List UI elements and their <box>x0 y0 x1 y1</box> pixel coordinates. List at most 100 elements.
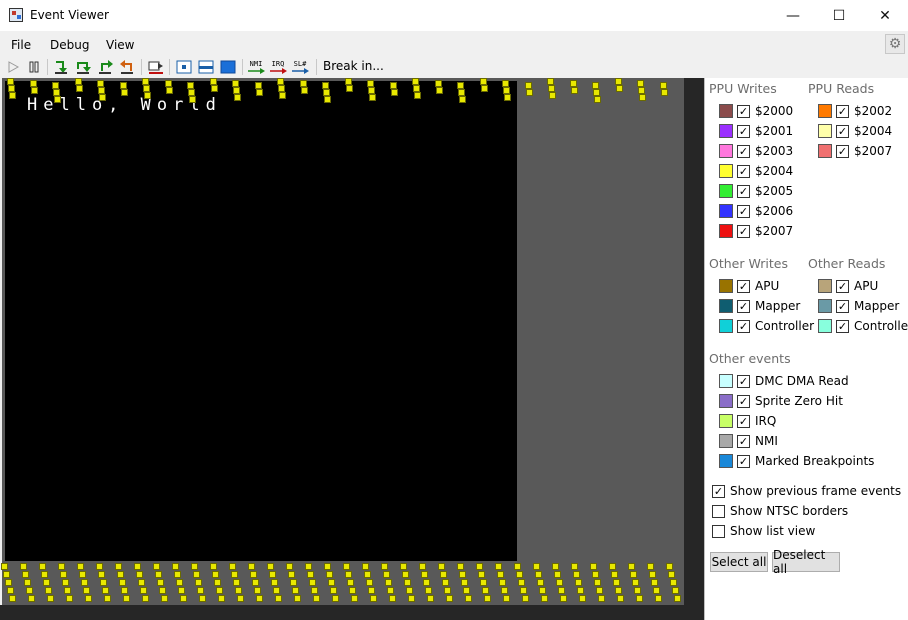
menu-file[interactable]: File <box>11 38 31 52</box>
run-frame-icon[interactable] <box>197 58 215 76</box>
event-marker[interactable] <box>8 85 15 92</box>
event-marker[interactable] <box>142 78 149 85</box>
minimize-button[interactable]: — <box>770 0 816 31</box>
event-marker[interactable] <box>210 563 217 570</box>
event-marker[interactable] <box>649 571 656 578</box>
event-marker[interactable] <box>647 563 654 570</box>
event-marker[interactable] <box>549 92 556 99</box>
event-marker[interactable] <box>24 579 31 586</box>
refresh-frame-icon[interactable] <box>219 58 237 76</box>
event-marker[interactable] <box>463 587 470 594</box>
event-marker[interactable] <box>216 587 223 594</box>
event-marker[interactable] <box>387 587 394 594</box>
event-marker[interactable] <box>52 82 59 89</box>
event-marker[interactable] <box>134 563 141 570</box>
event-marker[interactable] <box>79 571 86 578</box>
ppu-writes-row[interactable]: ✓ $2003 <box>719 142 793 160</box>
break-on-scanline-icon[interactable]: SL# <box>290 58 310 76</box>
event-marker[interactable] <box>324 563 331 570</box>
event-marker[interactable] <box>9 595 16 602</box>
event-marker[interactable] <box>343 563 350 570</box>
checkbox[interactable]: ✓ <box>737 454 750 468</box>
event-marker[interactable] <box>233 579 240 586</box>
checkbox[interactable]: ✓ <box>737 224 750 238</box>
continue-icon[interactable] <box>4 58 22 76</box>
event-marker[interactable] <box>522 595 529 602</box>
event-marker[interactable] <box>459 96 466 103</box>
event-marker[interactable] <box>660 89 668 96</box>
checkbox[interactable]: ✓ <box>737 104 750 118</box>
color-swatch[interactable] <box>719 104 733 118</box>
checkbox[interactable] <box>712 524 725 538</box>
event-marker[interactable] <box>232 80 239 87</box>
event-marker[interactable] <box>197 587 204 594</box>
event-marker[interactable] <box>446 595 453 602</box>
event-marker[interactable] <box>413 85 420 92</box>
event-marker[interactable] <box>444 587 451 594</box>
event-marker[interactable] <box>66 595 73 602</box>
event-marker[interactable] <box>199 595 206 602</box>
other-reads-row[interactable]: ✓ Mapper <box>818 297 899 315</box>
event-marker[interactable] <box>235 587 242 594</box>
color-swatch[interactable] <box>818 319 832 333</box>
event-marker[interactable] <box>480 579 487 586</box>
event-marker[interactable] <box>370 595 377 602</box>
break-on-irq-icon[interactable]: IRQ <box>268 58 288 76</box>
event-marker[interactable] <box>292 587 299 594</box>
event-marker[interactable] <box>47 595 54 602</box>
event-marker[interactable] <box>345 85 353 92</box>
event-marker[interactable] <box>237 595 244 602</box>
event-marker[interactable] <box>390 89 398 96</box>
event-marker[interactable] <box>189 96 196 103</box>
event-marker[interactable] <box>7 587 14 594</box>
ppu-writes-row[interactable]: ✓ $2007 <box>719 222 793 240</box>
event-marker[interactable] <box>503 595 510 602</box>
other-writes-row[interactable]: ✓ Mapper <box>719 297 800 315</box>
event-marker[interactable] <box>62 579 69 586</box>
event-marker[interactable] <box>414 92 421 99</box>
event-marker[interactable] <box>176 579 183 586</box>
step-back-icon[interactable] <box>118 58 136 76</box>
ppu-writes-row[interactable]: ✓ $2001 <box>719 122 793 140</box>
checkbox[interactable]: ✓ <box>737 124 750 138</box>
event-marker[interactable] <box>465 595 472 602</box>
event-marker[interactable] <box>136 571 143 578</box>
event-marker[interactable] <box>613 579 620 586</box>
checkbox[interactable]: ✓ <box>737 434 750 448</box>
other-events-row[interactable]: ✓ NMI <box>719 432 778 450</box>
event-marker[interactable] <box>254 587 261 594</box>
event-marker[interactable] <box>525 89 533 96</box>
event-marker[interactable] <box>539 587 546 594</box>
event-marker[interactable] <box>458 89 465 96</box>
event-marker[interactable] <box>299 80 307 87</box>
event-marker[interactable] <box>670 579 677 586</box>
event-marker[interactable] <box>369 94 376 101</box>
event-marker[interactable] <box>43 579 50 586</box>
event-marker[interactable] <box>571 563 578 570</box>
other-writes-row[interactable]: ✓ Controller <box>719 317 814 335</box>
checkbox[interactable]: ✓ <box>737 279 750 293</box>
event-marker[interactable] <box>214 579 221 586</box>
event-marker[interactable] <box>639 94 646 101</box>
checkbox[interactable]: ✓ <box>737 394 750 408</box>
event-marker[interactable] <box>638 87 645 94</box>
event-marker[interactable] <box>248 563 255 570</box>
event-marker[interactable] <box>193 571 200 578</box>
event-marker[interactable] <box>174 571 181 578</box>
event-marker[interactable] <box>39 563 46 570</box>
event-marker[interactable] <box>593 89 600 96</box>
color-swatch[interactable] <box>719 124 733 138</box>
event-marker[interactable] <box>503 87 510 94</box>
event-marker[interactable] <box>499 579 506 586</box>
color-swatch[interactable] <box>818 124 832 138</box>
select-all-button[interactable]: Select all <box>710 552 768 572</box>
event-marker[interactable] <box>412 78 419 85</box>
event-marker[interactable] <box>594 96 601 103</box>
event-marker[interactable] <box>590 563 597 570</box>
ppu-writes-row[interactable]: ✓ $2006 <box>719 202 793 220</box>
pause-icon[interactable] <box>25 58 43 76</box>
event-marker[interactable] <box>60 571 67 578</box>
close-button[interactable]: ✕ <box>862 0 908 31</box>
event-marker[interactable] <box>324 96 331 103</box>
event-marker[interactable] <box>191 563 198 570</box>
